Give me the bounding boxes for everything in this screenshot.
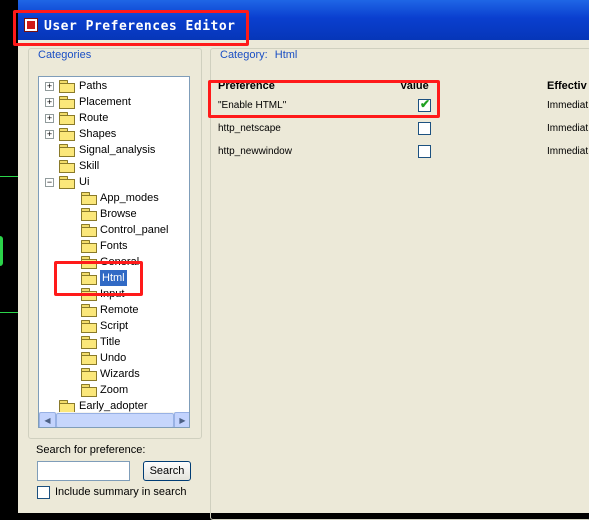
tree-hscroll-thumb[interactable] — [56, 413, 174, 427]
folder-icon — [81, 336, 97, 349]
preference-name: http_newwindow — [218, 146, 292, 157]
folder-icon — [81, 192, 97, 205]
expand-icon[interactable]: + — [45, 98, 54, 107]
expand-icon[interactable]: + — [45, 114, 54, 123]
background-app-line — [0, 236, 3, 266]
folder-icon — [59, 112, 75, 125]
preferences-grid: Preference Value Effectiv "Enable HTML" ✔… — [213, 70, 589, 513]
column-effective[interactable]: Effectiv — [547, 80, 587, 92]
preference-name: http_netscape — [218, 123, 281, 134]
background-app-line — [0, 312, 18, 313]
tree-item-browse[interactable]: Browse — [39, 206, 189, 222]
folder-icon — [81, 304, 97, 317]
preference-value-checkbox[interactable] — [418, 145, 431, 158]
tree-item-script[interactable]: Script — [39, 318, 189, 334]
folder-icon — [59, 96, 75, 109]
expand-icon[interactable]: + — [45, 130, 54, 139]
search-label: Search for preference: — [36, 444, 146, 456]
tree-item-remote[interactable]: Remote — [39, 302, 189, 318]
search-button[interactable]: Search — [143, 461, 191, 481]
scroll-right-icon[interactable]: ▶ — [174, 412, 189, 427]
tree-item-label: Zoom — [100, 384, 129, 396]
enable-html-highlight — [208, 80, 440, 118]
tree-item-label: App_modes — [100, 192, 159, 204]
tree-item-undo[interactable]: Undo — [39, 350, 189, 366]
tree-item-label: Placement — [79, 96, 131, 108]
folder-icon — [81, 368, 97, 381]
tree-item-zoom[interactable]: Zoom — [39, 382, 189, 398]
include-summary-label: Include summary in search — [55, 486, 187, 498]
folder-icon — [81, 320, 97, 333]
folder-icon — [59, 128, 75, 141]
categories-label: Categories — [36, 49, 94, 61]
tree-item-paths[interactable]: + Paths — [39, 78, 189, 94]
tree-item-label: Route — [79, 112, 109, 124]
folder-icon — [81, 208, 97, 221]
tree-item-label: Remote — [100, 304, 139, 316]
tree-item-skill[interactable]: Skill — [39, 158, 189, 174]
tree-item-label: Title — [100, 336, 121, 348]
scroll-left-icon[interactable]: ◀ — [39, 412, 56, 427]
preference-effective: Immediat — [547, 123, 589, 134]
folder-icon — [81, 224, 97, 237]
tree-item-fonts[interactable]: Fonts — [39, 238, 189, 254]
tree-item-label: Wizards — [100, 368, 140, 380]
folder-icon — [81, 352, 97, 365]
html-node-highlight — [54, 261, 143, 296]
folder-icon — [59, 400, 75, 413]
tree-item-label: Fonts — [100, 240, 128, 252]
folder-icon — [81, 384, 97, 397]
tree-item-label: Control_panel — [100, 224, 169, 236]
tree-item-control-panel[interactable]: Control_panel — [39, 222, 189, 238]
tree-item-shapes[interactable]: + Shapes — [39, 126, 189, 142]
folder-icon — [59, 144, 75, 157]
include-summary-checkbox[interactable] — [37, 486, 50, 499]
tree-item-label: Browse — [100, 208, 137, 220]
tree-item-signal-analysis[interactable]: Signal_analysis — [39, 142, 189, 158]
search-input[interactable] — [37, 461, 130, 481]
preference-value-checkbox[interactable] — [418, 122, 431, 135]
folder-icon — [81, 240, 97, 253]
tree-item-ui[interactable]: − Ui — [39, 174, 189, 190]
tree-item-label: Skill — [79, 160, 100, 172]
category-prefix: Category: — [220, 49, 268, 61]
title-highlight — [13, 10, 249, 46]
tree-item-label: Undo — [100, 352, 127, 364]
preferences-window: User Preferences Editor Categories Early… — [18, 0, 589, 520]
preference-effective: Immediat — [547, 100, 589, 111]
background-app-line — [0, 176, 18, 177]
category-label: Category: Html — [218, 49, 300, 61]
tree-item-label: Ui — [79, 176, 90, 188]
tree-horizontal-scrollbar[interactable]: ◀ ▶ — [39, 412, 189, 427]
category-tree[interactable]: Early_adopter Zoom Wizards Undo Title Script R… — [38, 76, 190, 428]
preference-effective: Immediat — [547, 146, 589, 157]
tree-item-route[interactable]: + Route — [39, 110, 189, 126]
expand-icon[interactable]: + — [45, 82, 54, 91]
collapse-icon[interactable]: − — [45, 178, 54, 187]
tree-item-placement[interactable]: + Placement — [39, 94, 189, 110]
folder-icon — [59, 80, 75, 93]
tree-item-label: Shapes — [79, 128, 117, 140]
tree-item-title[interactable]: Title — [39, 334, 189, 350]
tree-item-wizards[interactable]: Wizards — [39, 366, 189, 382]
tree-item-label: Script — [100, 320, 129, 332]
folder-icon — [59, 160, 75, 173]
tree-item-app-modes[interactable]: App_modes — [39, 190, 189, 206]
folder-icon — [59, 176, 75, 189]
tree-item-label: Paths — [79, 80, 108, 92]
tree-item-label: Signal_analysis — [79, 144, 156, 156]
category-name: Html — [274, 49, 298, 61]
